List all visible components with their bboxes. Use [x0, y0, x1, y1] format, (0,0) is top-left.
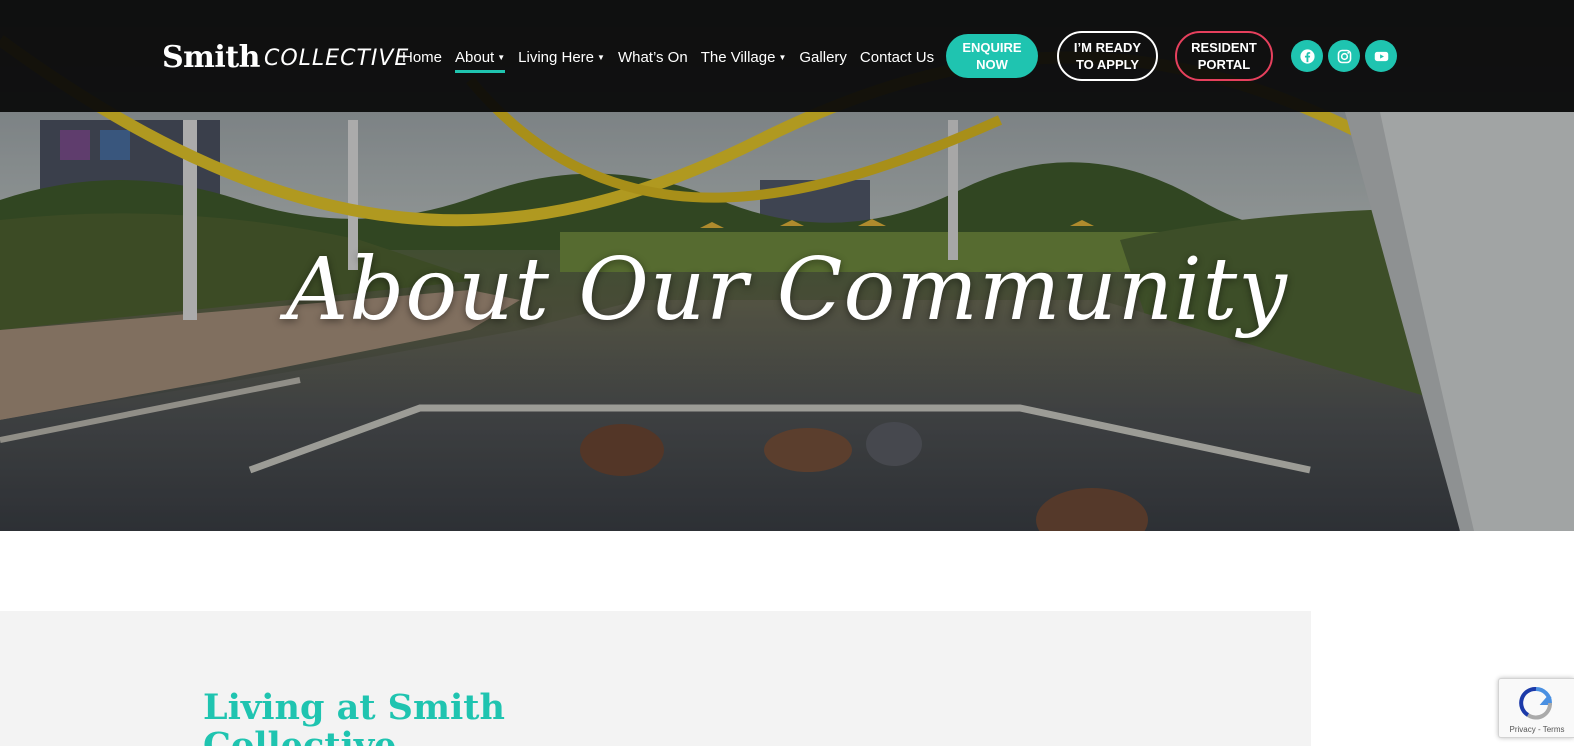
resident-portal-button[interactable]: RESIDENT PORTAL — [1175, 31, 1273, 81]
logo-subtitle: COLLECTIVE — [263, 46, 410, 71]
facebook-link[interactable] — [1291, 40, 1323, 72]
youtube-icon — [1374, 51, 1388, 61]
instagram-link[interactable] — [1328, 40, 1360, 72]
nav-gallery[interactable]: Gallery — [799, 49, 847, 66]
youtube-link[interactable] — [1365, 40, 1397, 72]
nav-contact-us-label: Contact Us — [859, 48, 935, 66]
nav-about-label: About — [455, 48, 495, 66]
caret-down-icon: ▼ — [778, 52, 787, 62]
nav-home[interactable]: Home — [402, 49, 442, 66]
nav-the-village[interactable]: The Village ▼ — [701, 49, 787, 66]
nav-whats-on[interactable]: What’s On — [618, 49, 688, 66]
main-navigation: Home About ▼ Living Here ▼ What’s On The… — [402, 44, 947, 73]
nav-living-here[interactable]: Living Here ▼ — [518, 49, 605, 66]
nav-home-label: Home — [402, 48, 443, 66]
site-logo[interactable]: Smith COLLECTIVE — [162, 40, 409, 74]
recaptcha-links[interactable]: Privacy - Terms — [1499, 725, 1574, 734]
logo-wordmark: Smith — [162, 40, 260, 75]
enquire-now-button[interactable]: ENQUIRE NOW — [946, 34, 1038, 78]
nav-living-here-label: Living Here — [518, 48, 595, 66]
caret-down-icon: ▼ — [597, 52, 605, 62]
nav-gallery-label: Gallery — [799, 48, 847, 66]
section-heading: Living at Smith Collective — [203, 687, 505, 746]
instagram-icon — [1337, 49, 1351, 63]
nav-whats-on-label: What’s On — [617, 48, 688, 66]
intro-section — [0, 611, 1311, 746]
nav-the-village-label: The Village — [700, 48, 776, 66]
site-header: Smith COLLECTIVE Home About ▼ Living Her… — [0, 0, 1574, 112]
recaptcha-badge[interactable]: Privacy - Terms — [1498, 678, 1574, 738]
ready-to-apply-button[interactable]: I’M READY TO APPLY — [1057, 31, 1158, 81]
hero-title: About Our Community — [286, 240, 1288, 340]
nav-contact-us[interactable]: Contact Us — [860, 49, 934, 66]
recaptcha-icon — [1519, 687, 1553, 720]
nav-about[interactable]: About ▼ — [455, 48, 506, 73]
facebook-icon — [1299, 48, 1315, 64]
caret-down-icon: ▼ — [497, 52, 506, 62]
